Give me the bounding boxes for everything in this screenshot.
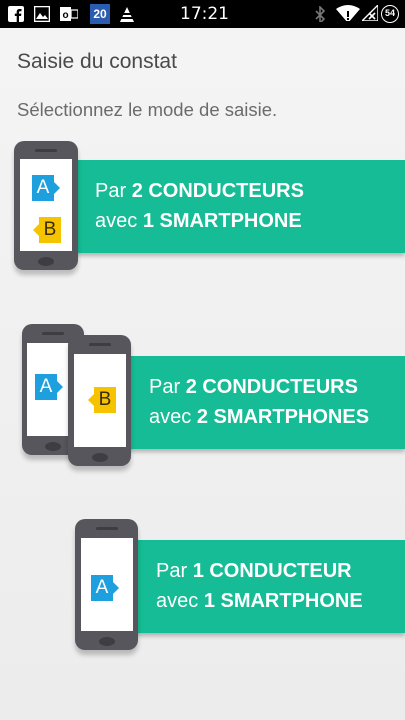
svg-text:o: o xyxy=(62,10,68,21)
calendar-day-label: 20 xyxy=(93,7,107,21)
page-title: Saisie du constat xyxy=(17,50,177,73)
option-2-drivers-1-smartphone[interactable]: Par 2 CONDUCTEURS avec 1 SMARTPHONE A B xyxy=(0,136,405,276)
option-banner[interactable]: Par 1 CONDUCTEUR avec 1 SMARTPHONE xyxy=(132,540,405,633)
option-banner[interactable]: Par 2 CONDUCTEURS avec 1 SMARTPHONE xyxy=(70,160,405,253)
smartphone-icon: B xyxy=(68,335,131,466)
option-line2: avec 2 SMARTPHONES xyxy=(149,406,370,428)
option-line1: Par 2 CONDUCTEURS xyxy=(149,376,358,398)
option-line1: Par 1 CONDUCTEUR xyxy=(156,560,352,582)
calendar-icon: 20 xyxy=(90,4,110,24)
wifi-icon xyxy=(336,5,360,21)
option-banner[interactable]: Par 2 CONDUCTEURS avec 2 SMARTPHONES xyxy=(125,356,405,449)
option-1-driver-1-smartphone[interactable]: Par 1 CONDUCTEUR avec 1 SMARTPHONE A xyxy=(0,513,405,663)
smartphone-icon: A B xyxy=(14,141,78,270)
option-line2: avec 1 SMARTPHONE xyxy=(95,210,302,232)
option-line2: avec 1 SMARTPHONE xyxy=(156,590,363,612)
option-line1: Par 2 CONDUCTEURS xyxy=(95,180,304,202)
main-content: Saisie du constat Sélectionnez le mode d… xyxy=(0,28,405,720)
clock: 17:21 xyxy=(180,4,229,24)
driver-a-badge: A xyxy=(32,175,60,201)
no-signal-icon xyxy=(362,5,378,21)
gallery-icon xyxy=(34,6,50,22)
outlook-icon: o xyxy=(60,7,78,21)
facebook-icon xyxy=(8,6,24,22)
driver-a-badge: A xyxy=(91,575,119,601)
battery-level: 54 xyxy=(384,8,395,18)
vlc-icon xyxy=(120,7,134,22)
option-2-drivers-2-smartphones[interactable]: Par 2 CONDUCTEURS avec 2 SMARTPHONES A B xyxy=(0,318,405,478)
smartphone-icon: A xyxy=(75,519,138,650)
driver-b-badge: B xyxy=(88,387,116,413)
driver-b-badge: B xyxy=(33,217,61,243)
battery-icon: 54 xyxy=(381,5,399,23)
bluetooth-icon xyxy=(315,6,326,22)
page-subtitle: Sélectionnez le mode de saisie. xyxy=(17,99,278,120)
driver-a-badge: A xyxy=(35,374,63,400)
status-bar: o 20 17:21 54 xyxy=(0,0,405,28)
